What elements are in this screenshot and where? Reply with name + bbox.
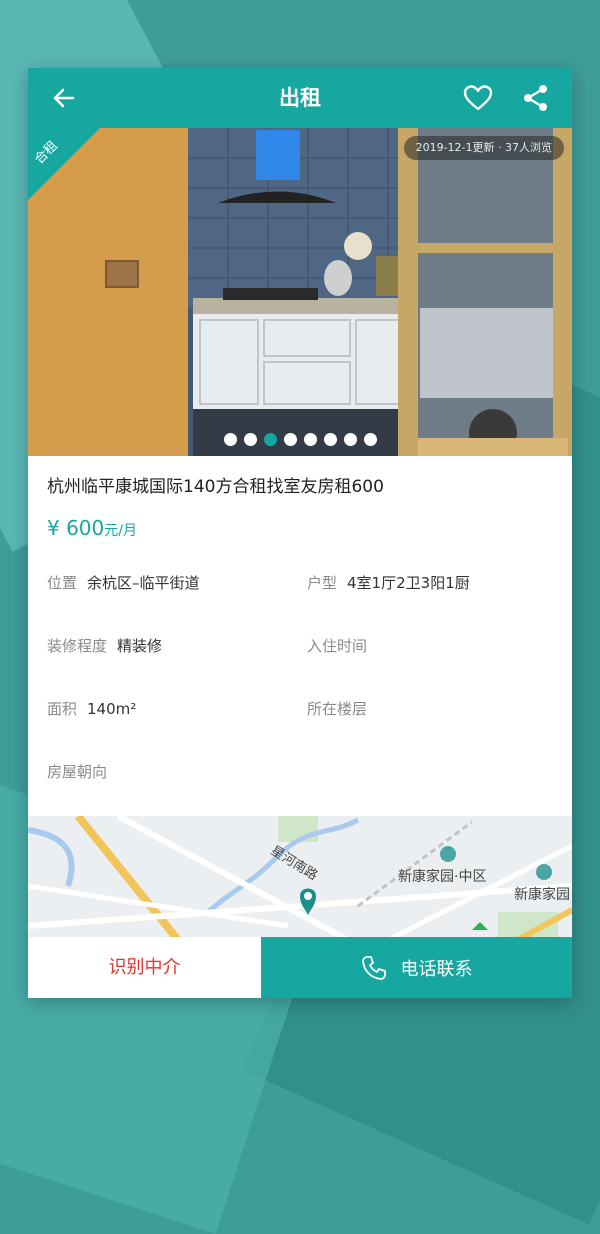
favorite-button[interactable] — [458, 78, 498, 118]
detail-value: 余杭区–临平街道 — [87, 574, 200, 592]
detail-decoration: 装修程度 精装修 — [47, 635, 162, 656]
listing-info: 杭州临平康城国际140方合租找室友房租600 ¥ 600元/月 位置 余杭区–临平… — [28, 456, 572, 816]
update-info: 2019-12-1更新 · 37人浏览 — [403, 136, 564, 160]
carousel-indicator — [28, 433, 572, 446]
detail-label: 所在楼层 — [307, 700, 368, 718]
detail-label: 户型 — [307, 574, 338, 592]
phone-icon — [361, 955, 386, 980]
detail-floor: 所在楼层 — [307, 698, 377, 719]
heart-icon — [463, 85, 493, 111]
carousel-dot[interactable] — [223, 433, 237, 446]
carousel-dot[interactable] — [243, 433, 257, 446]
carousel-dot[interactable] — [283, 433, 297, 446]
detail-label: 面积 — [47, 700, 78, 718]
detail-label: 房屋朝向 — [47, 763, 108, 781]
bottom-action-bar: 识别中介 电话联系 — [28, 937, 572, 998]
building-icon — [440, 846, 456, 862]
map-poi-label: 新康家园·中区 — [398, 869, 487, 885]
share-icon — [524, 85, 547, 111]
top-app-bar: 出租 — [28, 68, 572, 128]
identify-agent-button[interactable]: 识别中介 — [28, 937, 261, 998]
price-amount: ¥ 600 — [47, 516, 105, 540]
detail-movein: 入住时间 — [307, 635, 377, 656]
map-pin-icon — [292, 882, 324, 918]
detail-label: 装修程度 — [47, 637, 108, 655]
listing-title: 杭州临平康城国际140方合租找室友房租600 — [47, 477, 384, 497]
app-screen: 出租 合租 2019-12-1更新 · 37人浏览 杭州临平康城国际140方合租… — [28, 68, 572, 998]
detail-value: 140m² — [87, 700, 137, 718]
detail-location: 位置 余杭区–临平街道 — [47, 572, 200, 593]
detail-value: 精装修 — [117, 637, 163, 655]
carousel-dot[interactable] — [303, 433, 317, 446]
call-button-label: 电话联系 — [400, 958, 473, 980]
carousel-dot[interactable] — [343, 433, 357, 446]
detail-layout: 户型 4室1厅2卫3阳1厨 — [307, 572, 470, 593]
map-roads — [28, 816, 572, 940]
detail-label: 位置 — [47, 574, 78, 592]
price: ¥ 600元/月 — [47, 516, 137, 540]
carousel-dot[interactable] — [263, 433, 277, 446]
detail-label: 入住时间 — [307, 637, 368, 655]
carousel-dot[interactable] — [323, 433, 337, 446]
price-unit: 元/月 — [104, 523, 137, 539]
detail-value: 4室1厅2卫3阳1厨 — [347, 574, 470, 592]
kitchen-photo — [28, 128, 572, 456]
detail-orientation: 房屋朝向 — [47, 761, 117, 782]
carousel-dot[interactable] — [363, 433, 377, 446]
share-button[interactable] — [516, 78, 556, 118]
location-map[interactable]: 星河南路 新康家园·中区 新康家园 — [28, 816, 572, 940]
photo-carousel[interactable]: 合租 2019-12-1更新 · 37人浏览 — [28, 128, 572, 456]
map-poi-label: 新康家园 — [514, 887, 570, 903]
call-button[interactable]: 电话联系 — [261, 937, 572, 998]
detail-area: 面积 140m² — [47, 698, 136, 719]
